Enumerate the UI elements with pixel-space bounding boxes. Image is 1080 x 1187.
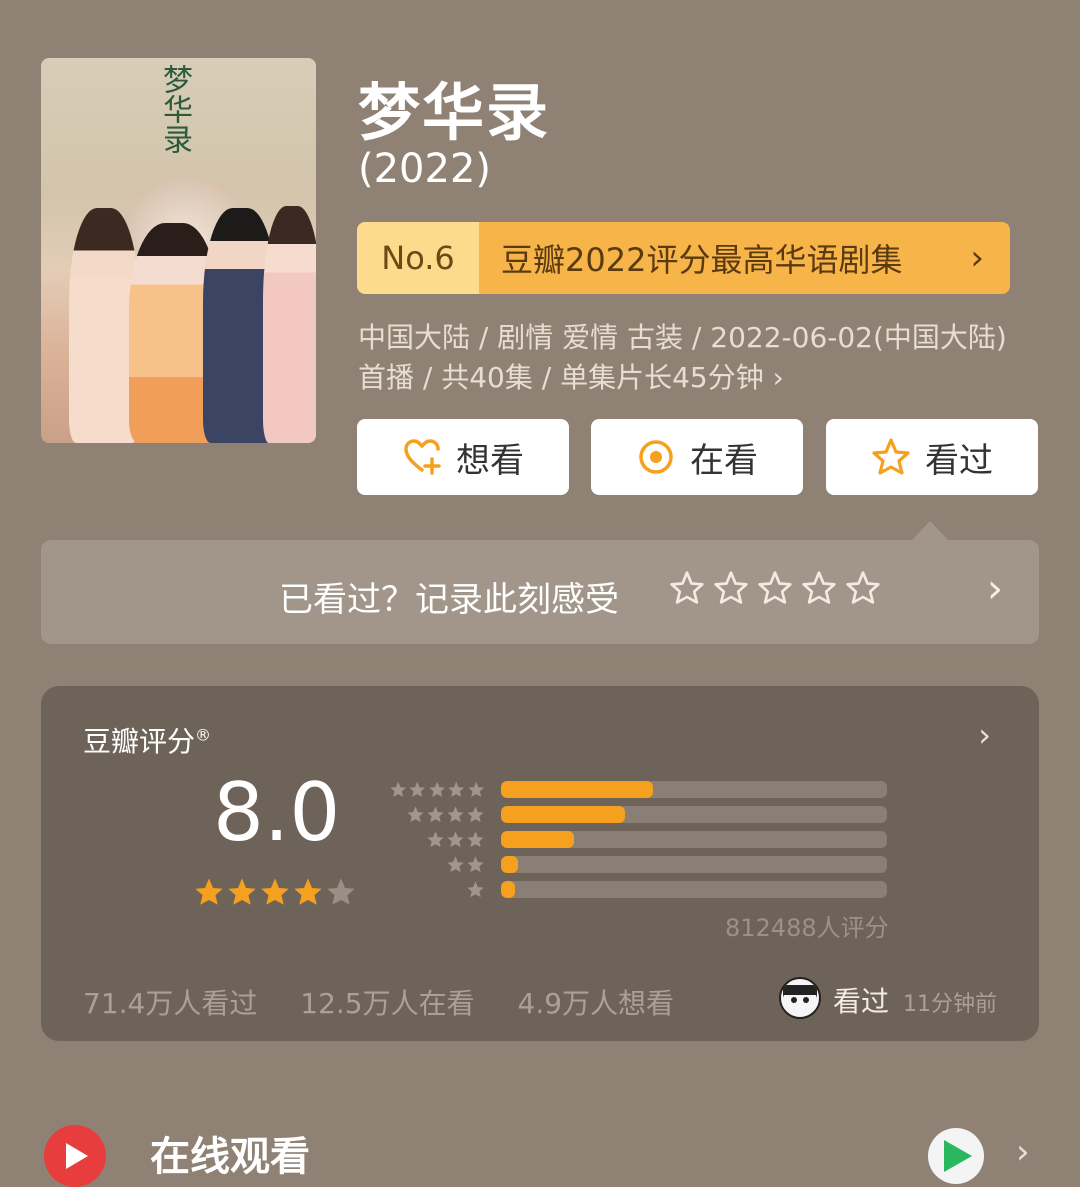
chevron-right-icon[interactable]: › [1016,1132,1030,1172]
chevron-right-icon: › [970,238,984,278]
row-stars [389,805,485,824]
distribution-track [501,856,887,873]
row-stars [389,830,485,849]
row-stars [389,880,485,899]
rank-number: No.6 [357,222,479,294]
star-icon [448,781,465,797]
friend-time: 11分钟前 [903,992,997,1017]
distribution-bar [501,881,515,898]
row-stars [389,780,485,799]
star-icon [467,856,484,873]
rank-label-box: 豆瓣2022评分最高华语剧集 › [479,222,1010,294]
star-icon [467,881,484,898]
distribution-track [501,881,887,898]
star-outline-icon[interactable] [801,570,837,606]
want-to-watch-label: 想看 [456,440,524,481]
score-stars [193,876,357,908]
star-icon [427,831,444,848]
poster-calligraphy: 梦华录 [157,64,192,154]
distribution-bar [501,806,625,823]
ranking-banner[interactable]: No.6 豆瓣2022评分最高华语剧集 › [357,222,1010,294]
watch-stats: 71.4万人看过 12.5万人在看 4.9万人想看 [83,982,708,1022]
star-outline-icon [872,438,910,475]
rate-stars[interactable] [669,570,881,606]
star-icon [447,856,464,873]
online-watch-title: 在线观看 [150,1134,310,1180]
distribution-track [501,781,887,798]
distribution-track [501,831,887,848]
rank-label: 豆瓣2022评分最高华语剧集 [501,241,903,279]
star-icon [427,806,444,823]
star-outline-icon[interactable] [757,570,793,606]
want-count[interactable]: 4.9万人想看 [518,987,675,1020]
star-icon [327,878,355,905]
avatar[interactable] [779,977,821,1019]
star-icon [228,878,256,905]
star-outline-icon[interactable] [713,570,749,606]
target-icon [639,440,673,474]
meta-line-1: 中国大陆 / 剧情 爱情 古装 / 2022-06-02(中国大陆) [358,321,1007,354]
distribution-bar [501,781,654,798]
star-icon [447,831,464,848]
heart-plus-icon [404,439,441,475]
release-year: (2022) [358,146,492,192]
registered-mark: ® [195,725,212,745]
distribution-bar [501,831,575,848]
star-icon [261,878,289,905]
vote-count: 812488人评分 [725,914,889,942]
distribution-track [501,806,887,823]
row-stars [389,855,485,874]
rating-card[interactable]: 豆瓣评分® › 8.0 812488人评分 71.4万人看过 12.5万人在看 … [41,686,1039,1041]
rating-score: 8.0 [213,766,341,859]
play-icon [44,1125,106,1187]
star-icon [447,806,464,823]
movie-meta[interactable]: 中国大陆 / 剧情 爱情 古装 / 2022-06-02(中国大陆) 首播 / … [358,318,1058,398]
star-icon [390,781,406,797]
record-prompt: 已看过？记录此刻感受 [279,580,619,620]
video-app-icon[interactable] [928,1128,984,1184]
watched-label: 看过 [925,440,993,481]
star-icon [407,806,424,823]
want-to-watch-button[interactable]: 想看 [357,419,569,495]
star-icon [409,781,426,797]
friend-action: 看过 [833,985,890,1018]
distribution-bar [501,856,519,873]
avatar-face-icon [783,985,817,1003]
watching-button[interactable]: 在看 [591,419,803,495]
chevron-right-icon[interactable]: › [978,716,991,754]
star-icon [467,831,484,848]
chevron-right-icon[interactable]: › [987,566,1003,612]
meta-line-2: 首播 / 共40集 / 单集片长45分钟 › [358,361,784,394]
star-icon [195,878,223,905]
star-icon [294,878,322,905]
page-title: 梦华录 [358,76,551,149]
popover-notch [912,521,948,540]
watched-count[interactable]: 71.4万人看过 [83,987,257,1020]
star-outline-icon[interactable] [845,570,881,606]
watched-button[interactable]: 看过 [826,419,1038,495]
record-feeling-bar[interactable]: 已看过？记录此刻感受 › [41,540,1039,644]
poster-figure [263,206,316,443]
rating-source-text: 豆瓣评分 [83,725,196,758]
star-icon [467,781,484,797]
watching-count[interactable]: 12.5万人在看 [300,987,474,1020]
rating-source-label: 豆瓣评分® [83,720,211,760]
star-icon [429,781,445,797]
star-outline-icon[interactable] [669,570,705,606]
star-icon [467,806,484,823]
watching-label: 在看 [690,440,758,481]
poster-image[interactable]: 梦华录 [41,58,316,443]
